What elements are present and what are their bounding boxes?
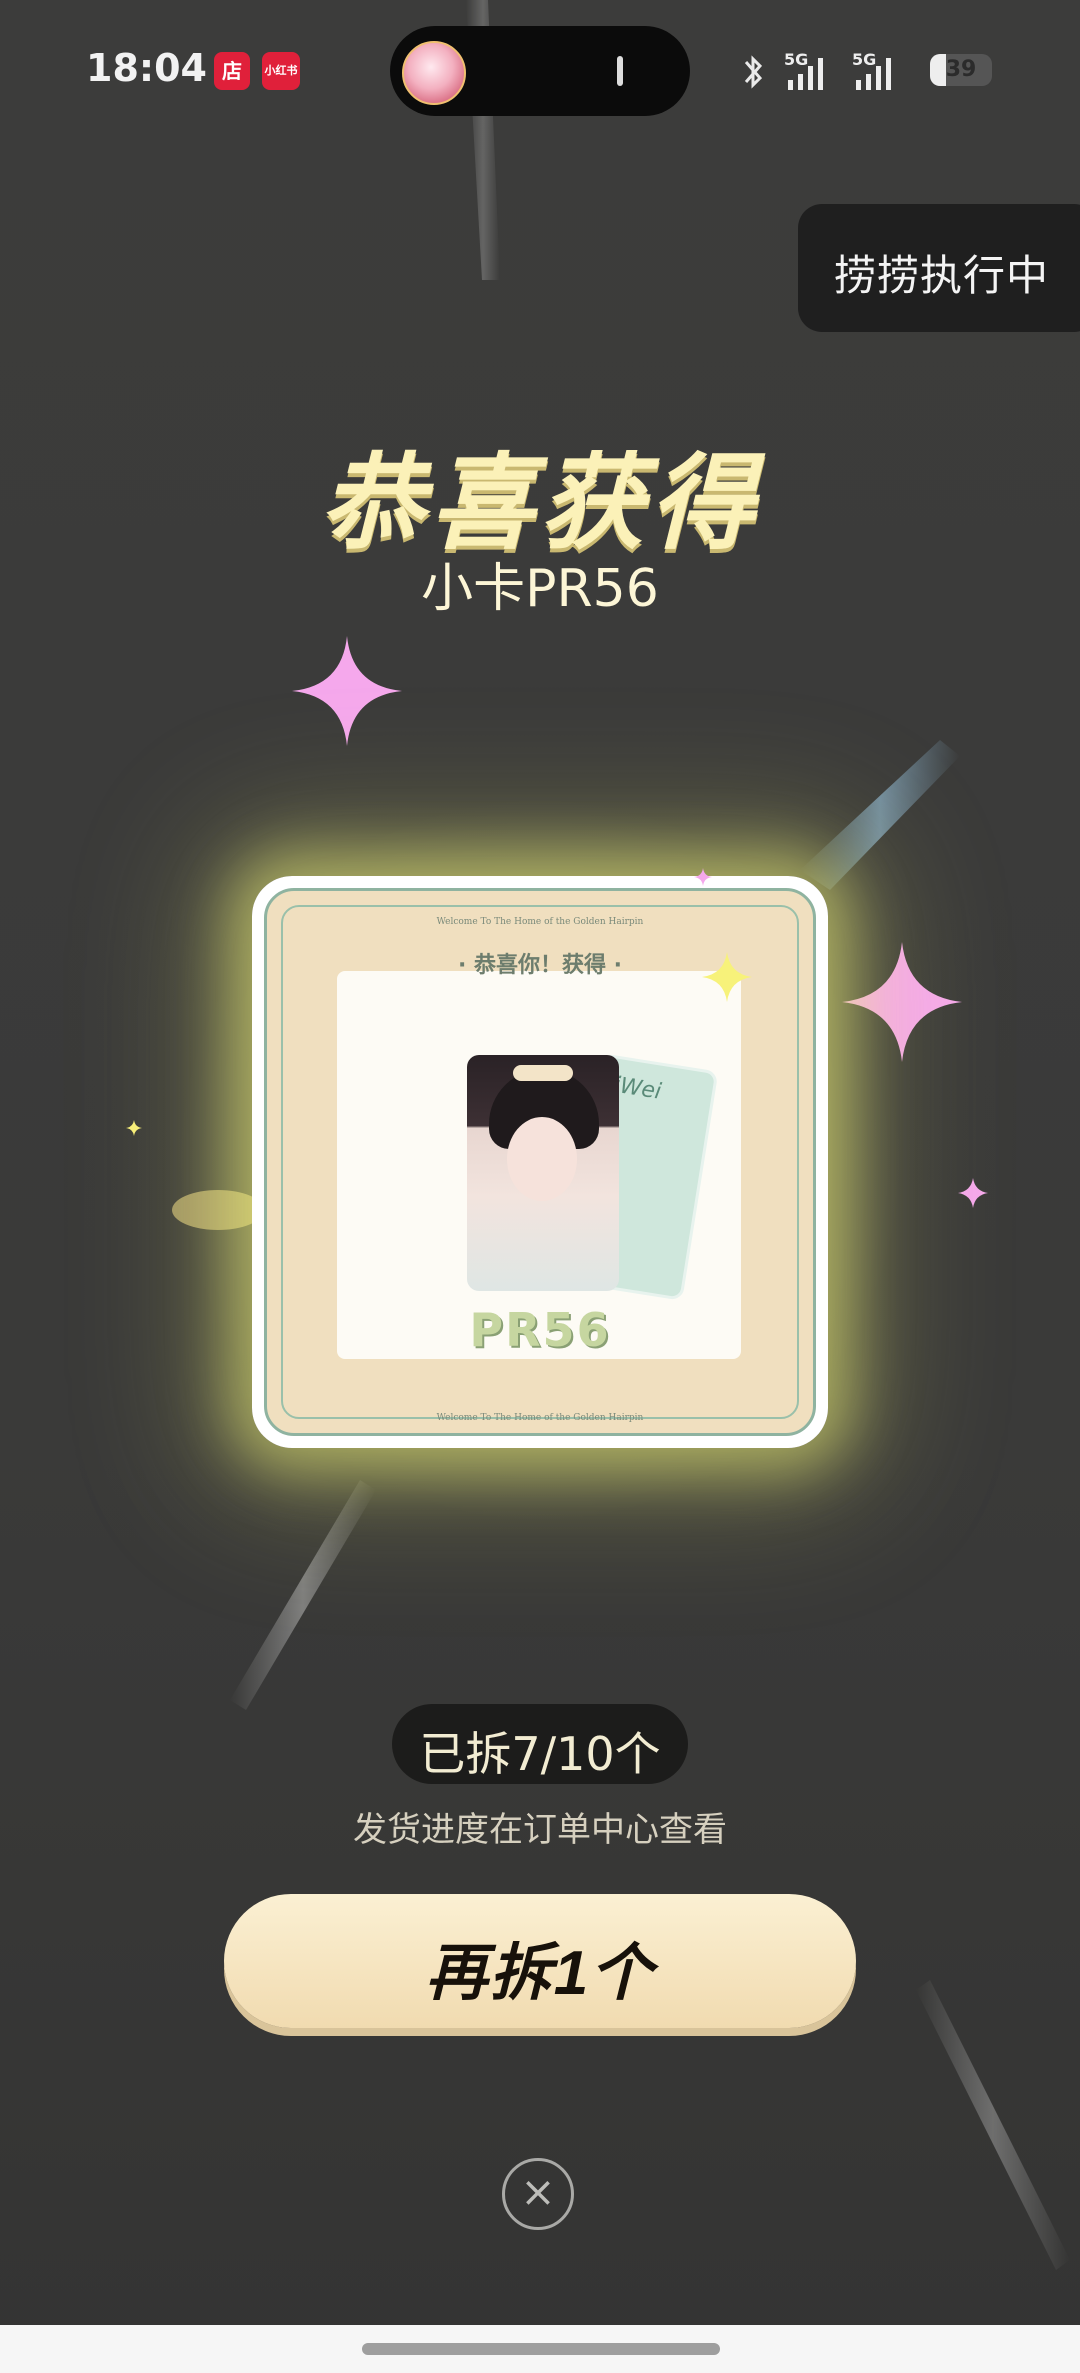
sparkle-pink-right-icon	[842, 942, 962, 1062]
battery-fill	[930, 54, 946, 86]
sparkle-pink-large-icon	[292, 636, 402, 746]
background-task-label: 捞捞执行中	[834, 251, 1050, 300]
dynamic-island[interactable]	[390, 26, 690, 116]
xiaohongshu-app-badge: 小红书	[262, 52, 300, 90]
battery-indicator: 39	[930, 54, 992, 86]
island-avatar	[402, 41, 466, 105]
open-progress-pill: 已拆7/10个	[392, 1704, 688, 1784]
store-app-badge: 店	[214, 52, 250, 90]
status-icons: 5G 5G 39	[740, 48, 1000, 94]
frame-caption-top: Welcome To The Home of the Golden Hairpi…	[436, 917, 644, 927]
open-progress-text: 已拆7/10个	[419, 1727, 661, 1781]
bluetooth-icon	[744, 55, 763, 89]
beam-lower-left	[230, 1480, 376, 1710]
photo-hair-ornament	[513, 1065, 573, 1081]
sparkle-yellow-card-icon	[702, 952, 752, 1002]
signal-strength-icon-2	[856, 58, 891, 90]
battery-level: 39	[945, 57, 977, 82]
status-time: 18:04	[86, 46, 207, 90]
background-task-pill[interactable]: 捞捞执行中	[798, 204, 1080, 332]
gesture-nav-area	[0, 2325, 1080, 2373]
signal-strength-icon-1	[788, 58, 823, 90]
open-again-label: 再拆1个	[425, 1939, 655, 2008]
shipping-hint: 发货进度在订单中心查看	[353, 1810, 727, 1850]
beam-upper-right	[800, 740, 960, 890]
sparkle-yellow-tiny-icon	[126, 1120, 142, 1136]
home-indicator[interactable]	[362, 2343, 720, 2355]
card-code: PR56	[469, 1303, 611, 1357]
photo-card-image	[467, 1055, 619, 1291]
open-again-button[interactable]: 再拆1个	[224, 1894, 856, 2028]
close-icon: ×	[520, 2167, 556, 2216]
beam-bottom-right	[916, 1980, 1070, 2270]
close-button[interactable]: ×	[502, 2158, 574, 2230]
card-back-text: iWei	[612, 1072, 663, 1105]
photo-face	[507, 1117, 577, 1201]
island-activity-indicator	[617, 56, 623, 86]
lens-flare-left	[172, 1190, 264, 1230]
sparkle-pink-card-top-icon	[694, 868, 712, 886]
status-bar: 18:04 店 小红书 5G 5G 39	[0, 0, 1080, 140]
prize-name: 小卡PR56	[421, 559, 659, 619]
sparkle-pink-small-icon	[958, 1178, 988, 1208]
frame-caption-bottom: Welcome To The Home of the Golden Hairpi…	[436, 1413, 644, 1423]
